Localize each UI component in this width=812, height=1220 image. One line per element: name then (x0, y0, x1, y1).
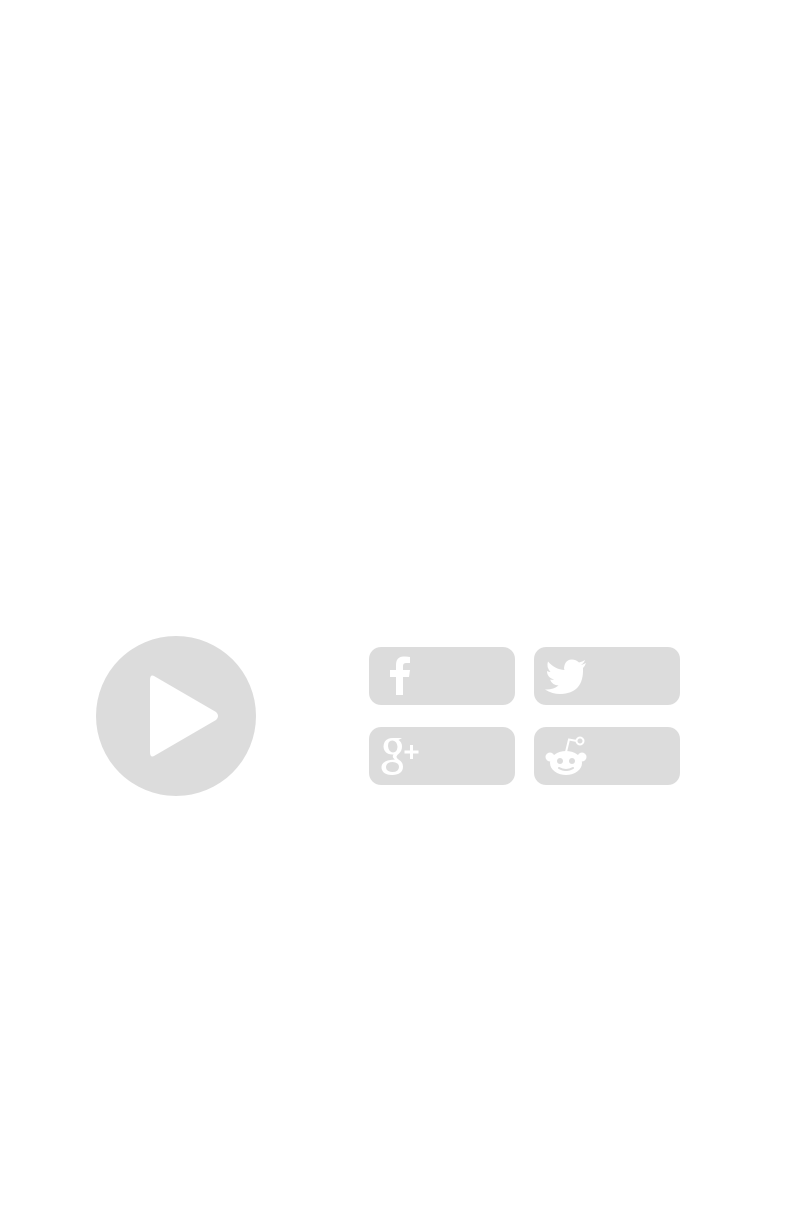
headline: HOW HIGH CAN BIRDS FLY? (0, 21, 812, 622)
play-button[interactable] (96, 636, 256, 796)
share-buttons (369, 647, 681, 785)
share-reddit-button[interactable] (534, 727, 680, 785)
share-google-plus-button[interactable] (369, 727, 515, 785)
share-twitter-button[interactable] (534, 647, 680, 705)
reddit-icon (545, 736, 587, 775)
twitter-icon (545, 659, 586, 694)
google-plus-icon (381, 738, 419, 775)
play-icon (150, 675, 218, 757)
headline-line-fly: FLY? (96, 488, 404, 638)
share-facebook-button[interactable] (369, 647, 515, 705)
page: HOW HIGH CAN BIRDS FLY? (0, 0, 812, 1220)
facebook-icon (390, 656, 410, 695)
